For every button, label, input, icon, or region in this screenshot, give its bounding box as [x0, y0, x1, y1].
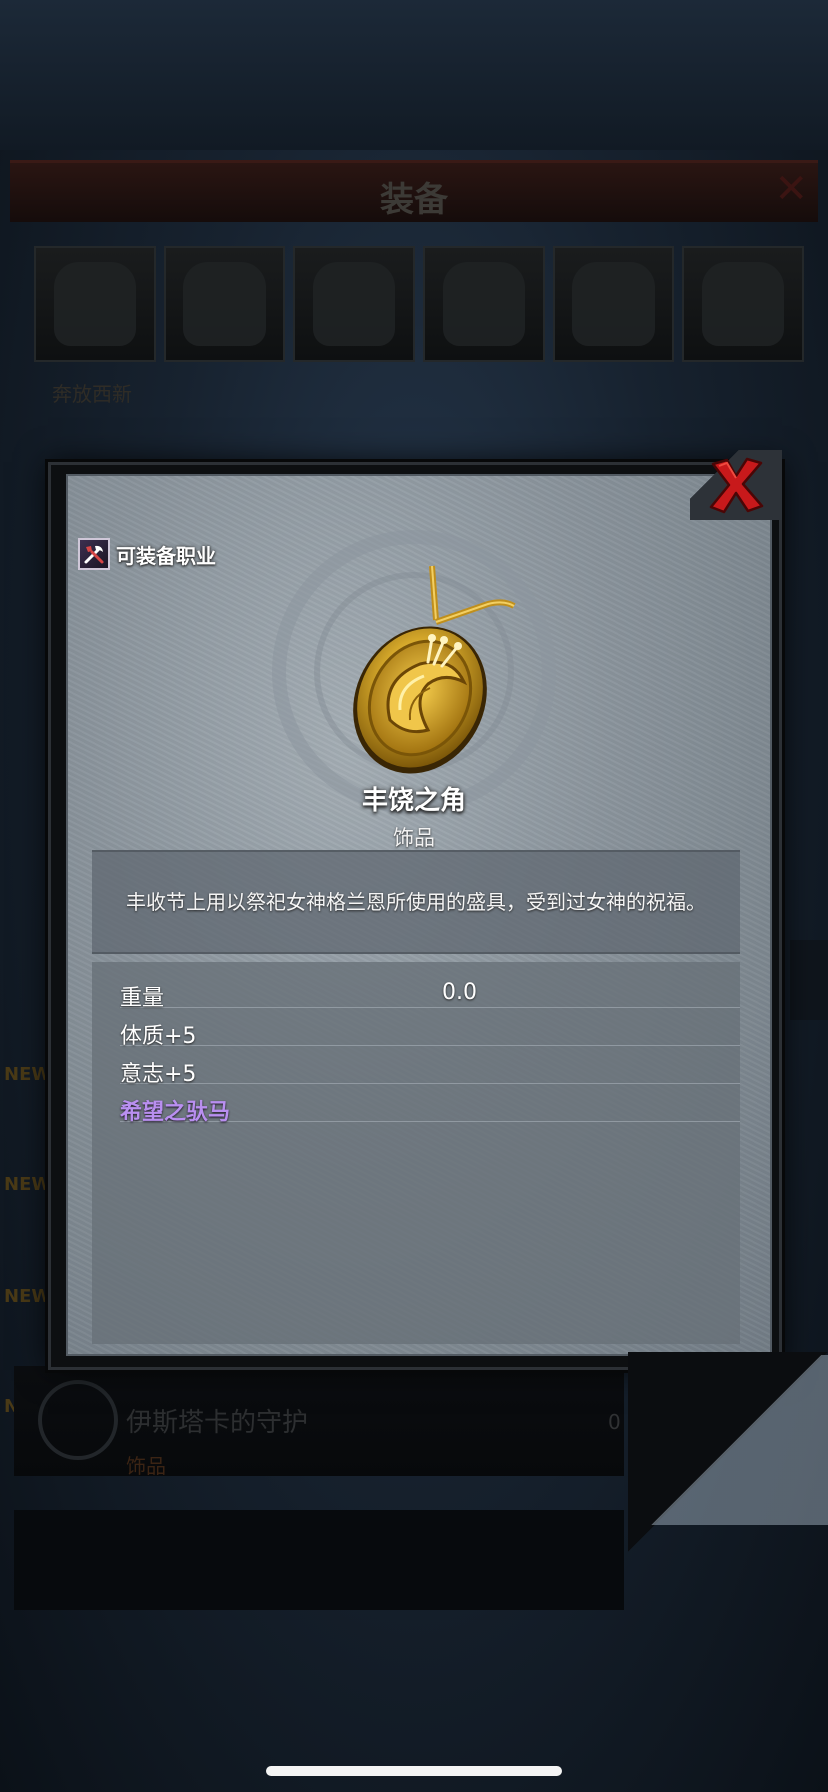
crossed-tools-icon: [78, 538, 110, 570]
item-name: 丰饶之角: [361, 786, 466, 816]
background-equipment-slots: [34, 246, 805, 362]
equippable-class-badge[interactable]: 可装备职业: [78, 538, 216, 570]
stat-row-weight: 重量 0.0: [120, 970, 740, 1011]
equipment-slot: [682, 246, 805, 362]
background-bottom-bar: [14, 1510, 624, 1610]
set-bonus-label[interactable]: 希望之驮马: [120, 1094, 230, 1126]
item-description-box: 丰收节上用以祭祀女神格兰恩所使用的盛具，受到过女神的祝福。: [92, 850, 740, 954]
new-badge: NEW: [4, 1064, 52, 1085]
torn-page-flap: [630, 1355, 828, 1525]
stat-row-constitution: 体质+5: [120, 1008, 740, 1049]
cornucopia-amulet-icon: [353, 565, 516, 774]
background-title: 装备: [380, 180, 448, 220]
list-item-count: 0: [608, 1410, 621, 1434]
close-button[interactable]: [690, 450, 782, 520]
new-badge: NEW: [4, 1174, 52, 1195]
home-indicator[interactable]: [266, 1766, 562, 1776]
item-stats-box: 重量 0.0 体质+5 意志+5 希望之驮马: [92, 962, 740, 1344]
list-item-name: 伊斯塔卡的守护: [126, 1408, 309, 1438]
background-list-item: 伊斯塔卡的守护 饰品 0: [14, 1366, 624, 1478]
background-close-icon: ✕: [774, 166, 808, 212]
equipment-slot: [34, 246, 156, 362]
new-badge: NEW: [4, 1286, 52, 1307]
close-icon: [709, 457, 764, 514]
amulet-icon: [38, 1380, 118, 1460]
equipment-slot: [163, 246, 286, 362]
stat-row-willpower: 意志+5: [120, 1046, 740, 1087]
item-type: 饰品: [393, 826, 435, 850]
equipment-slot: [552, 246, 675, 362]
stat-row-set-bonus[interactable]: 希望之驮马: [120, 1084, 740, 1125]
item-description: 丰收节上用以祭祀女神格兰恩所使用的盛具，受到过女神的祝福。: [126, 890, 706, 914]
background-scrollbar: [790, 940, 828, 1020]
stat-value: 0.0: [442, 980, 477, 1005]
background-subtitle: 奔放西新: [52, 382, 132, 406]
background-top-band: [0, 0, 828, 150]
equipment-slot: [293, 246, 416, 362]
equipment-slot: [423, 246, 545, 362]
list-item-type: 饰品: [126, 1454, 166, 1478]
class-label: 可装备职业: [116, 543, 216, 568]
